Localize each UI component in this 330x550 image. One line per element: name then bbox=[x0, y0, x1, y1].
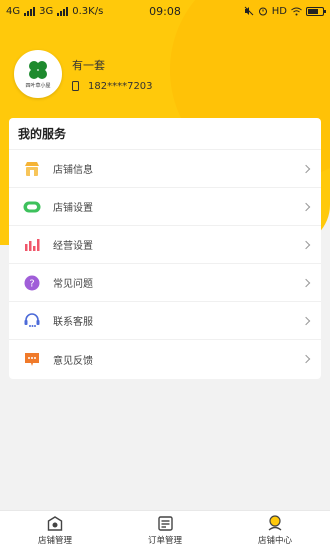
store-name: 有一套 bbox=[72, 58, 105, 72]
store-manage-icon bbox=[47, 515, 63, 531]
menu-label: 店铺信息 bbox=[53, 165, 93, 176]
chevron-right-icon bbox=[301, 316, 311, 325]
services-title: 我的服务 bbox=[9, 118, 321, 150]
signal-icon bbox=[24, 6, 36, 16]
mute-icon bbox=[244, 6, 254, 16]
clover-logo-icon bbox=[29, 61, 47, 79]
profile-section: 四叶草小屋 有一套 182****7203 bbox=[14, 50, 153, 98]
menu-item-store-info[interactable]: 店铺信息 bbox=[9, 150, 321, 188]
phone-number: 182****7203 bbox=[88, 80, 153, 92]
menu-label: 经营设置 bbox=[53, 241, 93, 252]
menu-item-feedback[interactable]: 意见反馈 bbox=[9, 340, 321, 378]
phone-icon bbox=[72, 81, 79, 91]
chevron-right-icon bbox=[301, 240, 311, 249]
store-info-icon bbox=[22, 159, 42, 179]
menu-label: 店铺设置 bbox=[53, 203, 93, 214]
business-settings-icon bbox=[22, 235, 42, 255]
tab-label: 订单管理 bbox=[147, 535, 182, 546]
menu-item-faq[interactable]: ? 常见问题 bbox=[9, 264, 321, 302]
avatar-logo-text: 四叶草小屋 bbox=[25, 83, 51, 89]
tab-label: 店铺中心 bbox=[257, 536, 292, 546]
menu-label: 联系客服 bbox=[53, 317, 93, 328]
chevron-right-icon bbox=[301, 354, 311, 364]
chevron-right-icon bbox=[301, 164, 311, 173]
tab-store-manage[interactable]: 店铺管理 bbox=[0, 511, 110, 550]
menu-label: 意见反馈 bbox=[53, 355, 93, 367]
svg-text:?: ? bbox=[29, 278, 34, 289]
menu-item-business-settings[interactable]: 经营设置 bbox=[9, 226, 321, 264]
status-bar: 4G 3G 0.3K/s 09:08 HD bbox=[0, 0, 330, 22]
faq-icon: ? bbox=[22, 273, 42, 293]
network-label-4g: 4G bbox=[6, 5, 21, 17]
tab-order-manage[interactable]: 订单管理 bbox=[110, 511, 220, 550]
store-center-icon bbox=[268, 515, 282, 531]
menu-label: 常见问题 bbox=[53, 279, 93, 290]
customer-service-icon bbox=[22, 311, 42, 331]
store-settings-icon bbox=[22, 197, 42, 217]
bottom-tab-bar: 店铺管理 订单管理 店铺中心 bbox=[0, 510, 330, 550]
menu-item-customer-service[interactable]: 联系客服 bbox=[9, 302, 321, 340]
wifi-icon bbox=[291, 7, 302, 15]
services-card: 我的服务 店铺信息 店铺设置 经营设置 ? 常见问题 联系客服 意见反馈 bbox=[9, 118, 321, 379]
hd-label: HD bbox=[271, 5, 287, 17]
battery-icon bbox=[306, 6, 326, 16]
avatar[interactable]: 四叶草小屋 bbox=[14, 50, 62, 98]
order-manage-icon bbox=[157, 515, 173, 531]
feedback-icon bbox=[22, 349, 42, 369]
signal-icon-2 bbox=[57, 6, 69, 16]
menu-item-store-settings[interactable]: 店铺设置 bbox=[9, 188, 321, 226]
chevron-right-icon bbox=[301, 278, 311, 287]
network-label-3g: 3G bbox=[39, 5, 54, 17]
tab-store-center[interactable]: 店铺中心 bbox=[220, 511, 330, 550]
alarm-icon bbox=[258, 7, 267, 16]
network-speed: 0.3K/s bbox=[72, 5, 104, 17]
tab-label: 店铺管理 bbox=[37, 535, 72, 546]
chevron-right-icon bbox=[301, 202, 311, 211]
